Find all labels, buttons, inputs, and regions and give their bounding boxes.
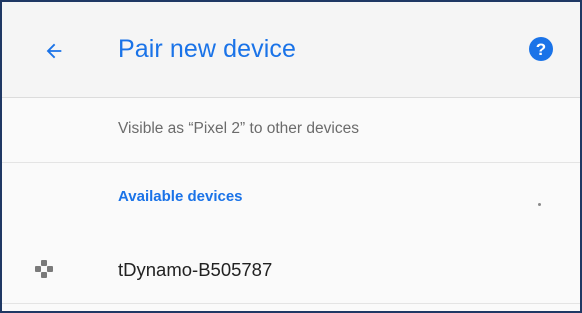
- page-title: Pair new device: [118, 35, 296, 63]
- app-bar: Pair new device ?: [2, 2, 580, 98]
- visibility-info: Visible as “Pixel 2” to other devices: [2, 98, 580, 163]
- svg-text:?: ?: [536, 40, 546, 59]
- arrow-back-icon: [46, 43, 62, 59]
- help-icon: ?: [529, 37, 553, 61]
- section-title: Available devices: [118, 188, 243, 205]
- help-button[interactable]: ?: [526, 34, 556, 64]
- visibility-text: Visible as “Pixel 2” to other devices: [118, 120, 359, 137]
- scanning-progress-indicator: [538, 203, 541, 206]
- device-list-item[interactable]: tDynamo-B505787: [2, 235, 580, 304]
- available-devices-header: Available devices: [2, 163, 580, 235]
- back-button[interactable]: [32, 29, 76, 73]
- device-name: tDynamo-B505787: [118, 259, 273, 280]
- gamepad-icon: [35, 260, 53, 278]
- screenshot-frame: Pair new device ? Visible as “Pixel 2” t…: [0, 0, 582, 313]
